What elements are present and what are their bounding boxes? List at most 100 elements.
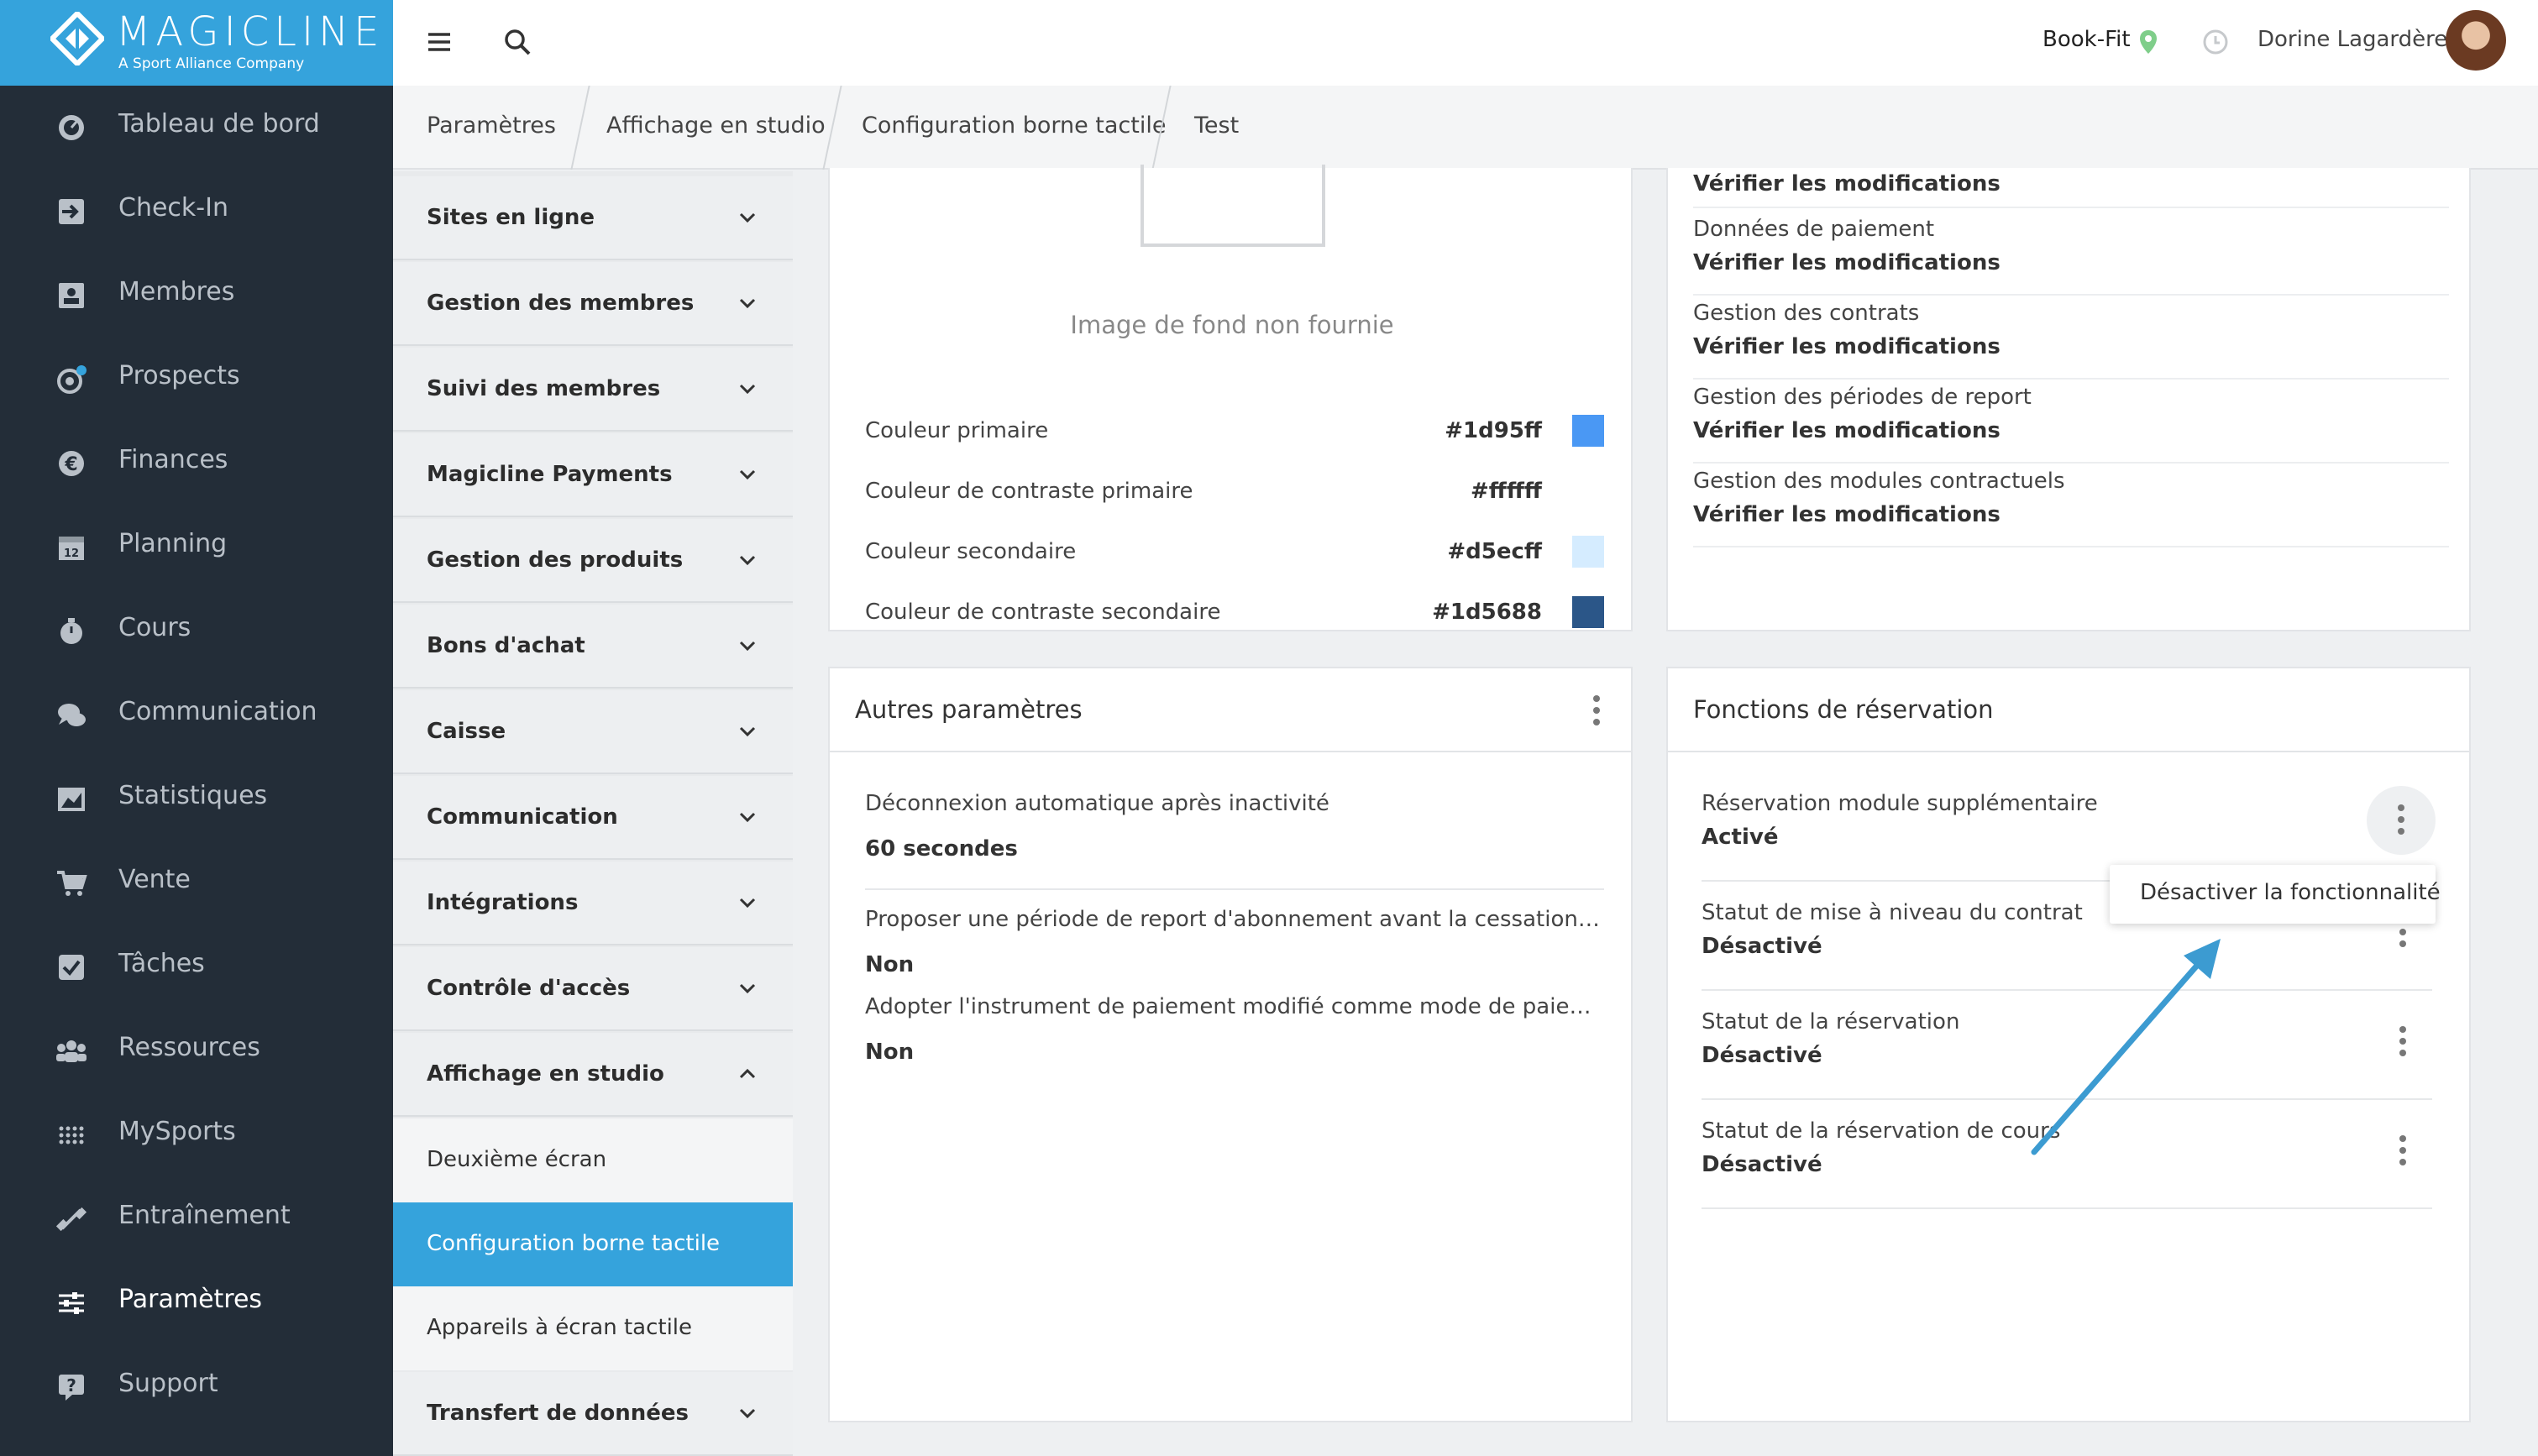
- nav-label: Ressources: [118, 1033, 260, 1062]
- nav-item-resources[interactable]: Ressources: [0, 1009, 393, 1093]
- nav-item-courses[interactable]: Cours: [0, 589, 393, 673]
- card-header: Autres paramètres: [830, 668, 1631, 752]
- more-options-icon: [2397, 804, 2405, 838]
- people-icon: [55, 1037, 87, 1066]
- submenu-section-expanded[interactable]: Affichage en studio: [393, 1033, 793, 1117]
- verify-value: Vérifier les modifications: [1693, 502, 2001, 527]
- breadcrumb-separator: [570, 86, 590, 170]
- submenu-child-active[interactable]: Configuration borne tactile: [393, 1202, 793, 1286]
- brand-name: MAGICLINE: [116, 8, 385, 55]
- chevron-down-icon: [739, 898, 756, 909]
- verify-row: Gestion des périodes de report Vérifier …: [1693, 380, 2449, 464]
- hamburger-menu-icon[interactable]: [427, 29, 452, 55]
- submenu-section[interactable]: Caisse: [393, 690, 793, 774]
- submenu-section[interactable]: Bons d'achat: [393, 605, 793, 689]
- setting-row: Déconnexion automatique après inactivité…: [865, 791, 1604, 862]
- avatar[interactable]: [2446, 10, 2506, 71]
- nav-item-sales[interactable]: Vente: [0, 841, 393, 925]
- breadcrumb-item-current: Test: [1194, 113, 1240, 139]
- breadcrumb-item[interactable]: Paramètres: [427, 113, 556, 139]
- breadcrumb-item[interactable]: Configuration borne tactile: [862, 113, 1166, 139]
- submenu-section[interactable]: Transfert de données: [393, 1372, 793, 1456]
- setting-name: Déconnexion automatique après inactivité: [865, 791, 1329, 816]
- submenu-section[interactable]: Contrôle d'accès: [393, 947, 793, 1031]
- location-pin-icon: [2140, 30, 2157, 54]
- clock-icon[interactable]: [2202, 29, 2229, 55]
- submenu-section[interactable]: Gestion des membres: [393, 262, 793, 346]
- nav-label: Check-In: [118, 193, 228, 223]
- breadcrumb-separator: [822, 86, 842, 170]
- booking-status: Désactivé: [1702, 1043, 1822, 1068]
- submenu-child[interactable]: Deuxième écran: [393, 1118, 793, 1202]
- more-options-icon[interactable]: [2399, 1135, 2407, 1169]
- chevron-down-icon: [739, 641, 756, 652]
- submenu-section[interactable]: Suivi des membres: [393, 348, 793, 432]
- color-hex: #ffffff: [1471, 479, 1542, 504]
- studio-name[interactable]: Book-Fit: [2042, 27, 2131, 52]
- booking-status: Activé: [1702, 825, 1779, 850]
- verify-value: Vérifier les modifications: [1693, 334, 2001, 359]
- color-hex: #d5ecff: [1447, 539, 1542, 564]
- deactivate-feature-option[interactable]: Désactiver la fonctionnalité: [2140, 880, 2441, 905]
- background-image-placeholder: [1141, 165, 1325, 247]
- color-row: Couleur secondaire #d5ecff: [865, 536, 1604, 569]
- setting-name: Adopter l'instrument de paiement modifié…: [865, 994, 1604, 1019]
- nav-item-check-in[interactable]: Check-In: [0, 170, 393, 254]
- chevron-down-icon: [739, 384, 756, 395]
- nav-label: Entraînement: [118, 1201, 291, 1230]
- submenu-section[interactable]: Intégrations: [393, 862, 793, 945]
- nav-item-dashboard[interactable]: Tableau de bord: [0, 86, 393, 170]
- chart-icon: [55, 785, 87, 814]
- booking-status: Désactivé: [1702, 934, 1822, 959]
- nav-item-support[interactable]: ? Support: [0, 1345, 393, 1429]
- booking-name: Réservation module supplémentaire: [1702, 791, 2098, 816]
- nav-item-prospects[interactable]: Prospects: [0, 338, 393, 422]
- nav-label: Communication: [118, 697, 317, 726]
- nav-item-tasks[interactable]: Tâches: [0, 925, 393, 1009]
- nav-item-communication[interactable]: Communication: [0, 673, 393, 757]
- color-row: Couleur de contraste primaire #ffffff: [865, 475, 1604, 509]
- submenu-section[interactable]: Sites en ligne: [393, 176, 793, 260]
- nav-item-settings[interactable]: Paramètres: [0, 1261, 393, 1345]
- cart-icon: [55, 869, 87, 898]
- sliders-icon: [55, 1289, 87, 1317]
- chat-icon: [55, 701, 87, 730]
- submenu-label: Contrôle d'accès: [427, 976, 631, 1001]
- submenu-section[interactable]: Magicline Payments: [393, 433, 793, 517]
- more-options-icon[interactable]: [2399, 1026, 2407, 1060]
- nav-item-finances[interactable]: € Finances: [0, 422, 393, 505]
- nav-item-planning[interactable]: 12 Planning: [0, 505, 393, 589]
- search-icon[interactable]: [502, 27, 532, 57]
- nav-item-statistics[interactable]: Statistiques: [0, 757, 393, 841]
- booking-status: Désactivé: [1702, 1152, 1822, 1177]
- color-hex: #1d5688: [1432, 600, 1542, 625]
- checkbox-icon: [55, 953, 87, 982]
- submenu-label: Gestion des produits: [427, 547, 684, 573]
- breadcrumb-item[interactable]: Affichage en studio: [606, 113, 826, 139]
- submenu-child[interactable]: Appareils à écran tactile: [393, 1286, 793, 1370]
- booking-name: Statut de la réservation de cours: [1702, 1118, 2061, 1144]
- user-name[interactable]: Dorine Lagardère: [2257, 27, 2447, 52]
- chevron-down-icon: [739, 812, 756, 823]
- more-options-button-active[interactable]: [2367, 786, 2436, 855]
- color-name: Couleur de contraste primaire: [865, 479, 1193, 504]
- submenu-section[interactable]: Communication: [393, 776, 793, 860]
- nav-item-training[interactable]: Entraînement: [0, 1177, 393, 1261]
- prospects-icon: [55, 365, 87, 394]
- verify-value: Vérifier les modifications: [1693, 418, 2001, 443]
- svg-text:?: ?: [66, 1375, 76, 1396]
- more-options-icon[interactable]: [1592, 695, 1601, 729]
- submenu-section[interactable]: Gestion des produits: [393, 519, 793, 603]
- nav-item-members[interactable]: Membres: [0, 254, 393, 338]
- chevron-down-icon: [739, 298, 756, 309]
- verify-name: Gestion des périodes de report: [1693, 385, 2032, 410]
- verify-row: Gestion des contrats Vérifier les modifi…: [1693, 296, 2449, 380]
- dumbbell-icon: [55, 1205, 87, 1233]
- options-dropdown: Désactiver la fonctionnalité: [2110, 865, 2441, 924]
- submenu-child-label: Deuxième écran: [427, 1147, 607, 1172]
- logo[interactable]: MAGICLINE A Sport Alliance Company: [0, 0, 393, 86]
- nav-item-mysports[interactable]: MySports: [0, 1093, 393, 1177]
- breadcrumb: Paramètres Affichage en studio Configura…: [393, 86, 2538, 170]
- setting-value: Non: [865, 1040, 915, 1065]
- submenu-label: Gestion des membres: [427, 291, 695, 316]
